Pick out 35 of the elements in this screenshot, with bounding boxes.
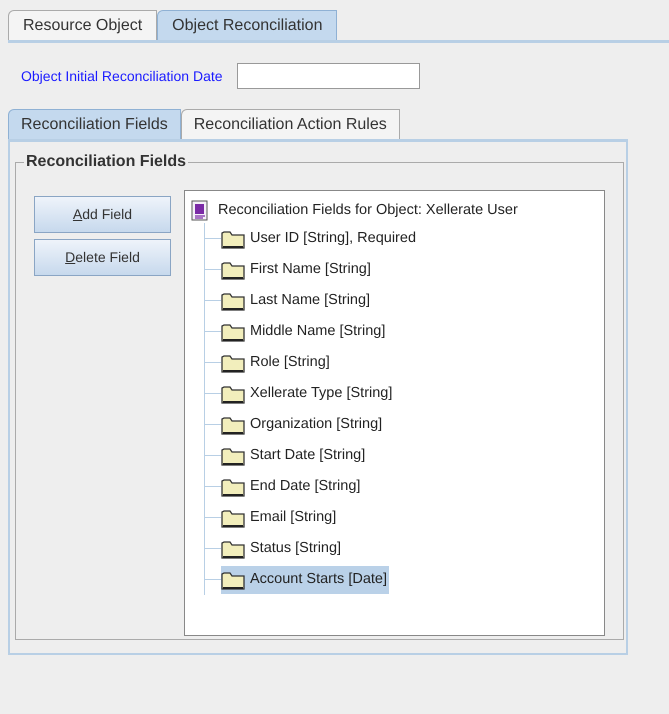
field-label: Object Initial Reconciliation Date xyxy=(21,66,223,86)
folder-icon xyxy=(221,384,245,404)
tree-item[interactable]: Xellerate Type [String] xyxy=(221,380,394,408)
tree-item[interactable]: Status [String] xyxy=(221,534,344,562)
action-button[interactable]: Delete Field xyxy=(34,239,171,276)
folder-icon xyxy=(221,508,245,528)
group-title: Reconciliation Fields xyxy=(25,152,188,172)
tree-item[interactable]: Email [String] xyxy=(221,504,338,532)
tree-item[interactable]: End Date [String] xyxy=(221,472,362,500)
action-button[interactable]: Add Field xyxy=(34,196,171,233)
tab[interactable]: Object Reconciliation xyxy=(157,10,338,40)
tree-item[interactable]: Account Starts [Date] xyxy=(221,566,390,594)
folder-icon xyxy=(221,476,245,496)
folder-icon xyxy=(221,570,245,590)
tab[interactable]: Resource Object xyxy=(8,10,158,40)
folder-icon xyxy=(221,414,245,434)
tree-item[interactable]: Role [String] xyxy=(221,348,332,376)
tree-item[interactable]: User ID [String], Required xyxy=(221,224,418,252)
tree-item[interactable]: Last Name [String] xyxy=(221,286,372,314)
folder-icon xyxy=(221,352,245,372)
tab[interactable]: Reconciliation Action Rules xyxy=(180,109,400,139)
tree-item[interactable]: First Name [String] xyxy=(221,256,373,284)
folder-icon xyxy=(221,446,245,466)
folder-icon xyxy=(221,290,245,310)
tree-item[interactable]: Start Date [String] xyxy=(221,442,368,470)
folder-icon xyxy=(221,228,245,248)
tree-item[interactable]: Middle Name [String] xyxy=(221,318,388,346)
folder-icon xyxy=(221,260,245,280)
tree-root[interactable]: Reconciliation Fields for Object: Xellerate User xyxy=(218,200,518,222)
date-input[interactable] xyxy=(236,63,420,89)
folder-icon xyxy=(221,538,245,558)
tree-item[interactable]: Organization [String] xyxy=(221,410,384,438)
tab[interactable]: Reconciliation Fields xyxy=(8,109,181,139)
document-icon xyxy=(190,200,210,222)
folder-icon xyxy=(221,322,245,342)
